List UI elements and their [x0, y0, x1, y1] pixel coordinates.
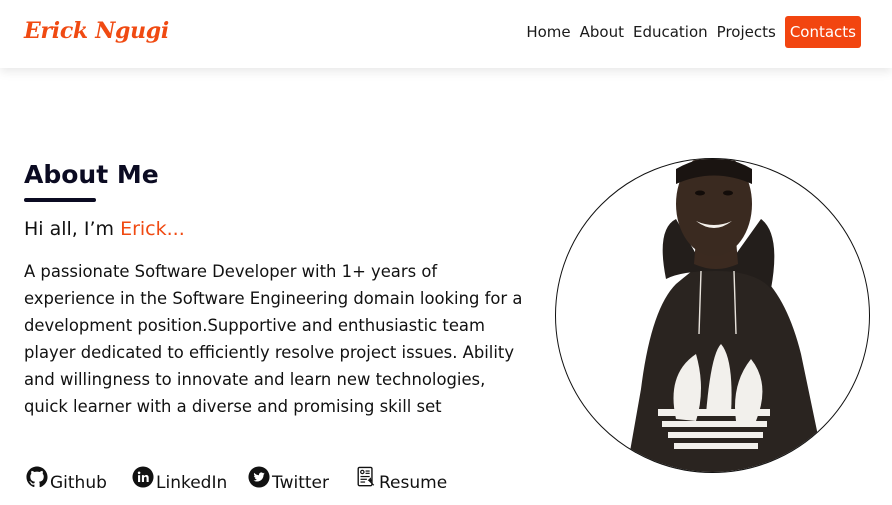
nav-link-education[interactable]: Education	[633, 16, 708, 48]
greeting-prefix: Hi all, I’m	[24, 218, 121, 240]
profile-photo	[555, 158, 870, 473]
nav-link-about[interactable]: About	[580, 16, 624, 48]
resume-link[interactable]: Resume	[355, 466, 447, 493]
resume-icon	[355, 466, 377, 488]
twitter-label: Twitter	[272, 473, 329, 493]
navbar: Erick Ngugi Home About Education Project…	[0, 0, 892, 68]
profile-photo-illustration	[626, 159, 826, 472]
page-title: About Me	[24, 160, 159, 189]
greeting-text: Hi all, I’m Erick...	[24, 218, 185, 240]
twitter-icon	[248, 466, 270, 488]
nav-links: Home About Education Projects Contacts	[517, 16, 861, 48]
linkedin-icon	[132, 466, 154, 488]
bio-text: A passionate Software Developer with 1+ …	[24, 262, 523, 416]
title-underline	[24, 198, 96, 202]
linkedin-link[interactable]: LinkedIn	[132, 466, 227, 493]
nav-link-projects[interactable]: Projects	[717, 16, 776, 48]
contacts-button[interactable]: Contacts	[784, 16, 861, 48]
resume-label: Resume	[379, 473, 448, 493]
site-logo[interactable]: Erick Ngugi	[24, 18, 169, 44]
github-icon	[26, 466, 48, 488]
github-link[interactable]: Github	[26, 466, 107, 493]
twitter-link[interactable]: Twitter	[248, 466, 329, 493]
github-label: Github	[50, 473, 107, 493]
nav-link-home[interactable]: Home	[526, 16, 570, 48]
linkedin-label: LinkedIn	[156, 473, 228, 493]
greeting-name: Erick...	[120, 218, 185, 240]
